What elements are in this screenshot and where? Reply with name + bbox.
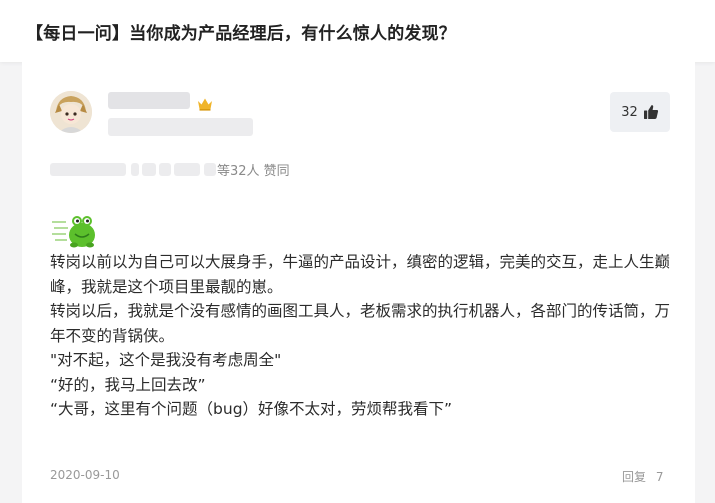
answer-card: 32 等32人 赞同 转岗以前以为自己可以大展身手，牛逼的产品设计，缜密的逻辑，… (22, 62, 695, 503)
agree-line: 等32人 赞同 (50, 160, 290, 179)
like-button[interactable]: 32 (610, 92, 670, 132)
agree-users-redacted (159, 162, 171, 176)
frog-emoji (52, 210, 100, 250)
agree-count-text: 等32人 赞同 (217, 163, 290, 179)
agree-users-redacted (131, 162, 139, 176)
user-description-redacted (108, 118, 253, 136)
answer-date: 2020-09-10 (50, 468, 120, 482)
content-paragraph: “大哥，这里有个问题（bug）好像不太对，劳烦帮我看下” (50, 400, 453, 418)
top-bar: 【每日一问】当你成为产品经理后，有什么惊人的发现？ (0, 0, 715, 62)
user-avatar[interactable] (50, 91, 92, 133)
content-paragraph: 转岗以后，我就是个没有感情的画图工具人，老板需求的执行机器人，各部门的传话筒，万… (50, 302, 671, 345)
reply-label: 回复 (622, 470, 647, 484)
answer-content: 转岗以前以为自己可以大展身手，牛逼的产品设计，缜密的逻辑，完美的交互，走上人生巅… (50, 250, 676, 422)
content-paragraph: "对不起，这个是我没有考虑周全" (50, 351, 282, 369)
reply-count: 7 (655, 470, 664, 484)
agree-users-redacted (204, 162, 216, 176)
reply-button[interactable]: 回复 7 (622, 468, 663, 485)
content-paragraph: 转岗以前以为自己可以大展身手，牛逼的产品设计，缜密的逻辑，完美的交互，走上人生巅… (50, 253, 671, 296)
content-paragraph: “好的，我马上回去改” (50, 375, 206, 394)
page-title: 【每日一问】当你成为产品经理后，有什么惊人的发现？ (26, 24, 456, 44)
like-count: 32 (621, 104, 638, 120)
agree-users-redacted (50, 162, 126, 176)
thumbs-up-icon (643, 104, 659, 120)
agree-users-redacted (174, 162, 200, 176)
agree-users-redacted (142, 162, 156, 176)
username-redacted (108, 92, 190, 109)
crown-icon (197, 96, 213, 111)
